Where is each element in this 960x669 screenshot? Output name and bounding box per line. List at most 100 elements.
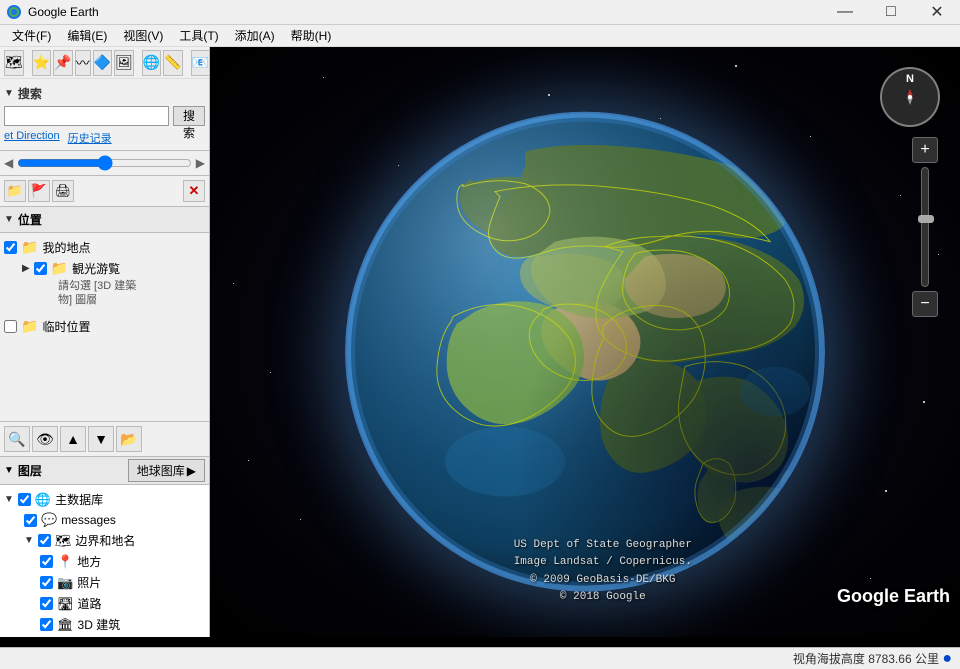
toolbar-map-btn[interactable]: 🗺	[4, 50, 24, 76]
left-panel: 🗺 ⭐ 📌 〰 🔷 🖼 🌐 📏 📧 🖨 📋 💾 ▼ 搜索 搜索	[0, 47, 210, 637]
view-btn[interactable]: 👁	[32, 426, 58, 452]
close-location-btn[interactable]: ✕	[183, 180, 205, 202]
gallery-button[interactable]: 地球图库 ▶	[128, 459, 205, 482]
photos-checkbox[interactable]	[40, 576, 53, 589]
myplaces-checkbox[interactable]	[4, 241, 17, 254]
zoom-in-button[interactable]: +	[912, 137, 938, 163]
zoom-slider-track[interactable]	[921, 167, 929, 287]
nav-slider-input[interactable]	[17, 155, 192, 171]
new-placemark-btn[interactable]: 🚩	[28, 180, 50, 202]
places-title: 位置	[18, 211, 42, 228]
places-section: ▼ 位置 📁 我的地点 ▶ 📁 観光游覧 請勾選 [3D 建築物]	[0, 207, 209, 421]
messages-checkbox[interactable]	[24, 514, 37, 527]
search-button[interactable]: 搜索	[173, 106, 205, 126]
layer-borders[interactable]: ▼ 🗺 边界和地名	[4, 530, 205, 551]
toolbar-poly-btn[interactable]: 🔷	[93, 50, 112, 76]
zoom-control: + −	[912, 137, 938, 317]
search-row: 搜索	[4, 106, 205, 126]
ge-watermark: Google Earth	[837, 586, 950, 607]
toolbar-path-btn[interactable]: 〰	[75, 50, 91, 76]
zoom-slider-thumb[interactable]	[918, 215, 934, 223]
layer-messages[interactable]: 💬 messages	[4, 510, 205, 530]
menu-tools[interactable]: 工具(T)	[171, 25, 226, 46]
maindb-expander[interactable]: ▼	[4, 494, 14, 505]
zoom-out-button[interactable]: −	[912, 291, 938, 317]
add-folder-btn[interactable]: 📁	[4, 180, 26, 202]
tourism-checkbox[interactable]	[34, 262, 47, 275]
places-expand-icon: ▼	[4, 214, 14, 225]
search-input[interactable]	[4, 106, 169, 126]
nav-arrow-left-icon[interactable]: ◀	[4, 156, 13, 170]
toolbar-globe-btn[interactable]: 🌐	[142, 50, 161, 76]
credit-line2: Image Landsat / Copernicus.	[514, 556, 692, 568]
layer-places[interactable]: 📍 地方	[4, 551, 205, 572]
places-header: ▼ 位置	[0, 207, 209, 233]
print-location-btn[interactable]: 🖨	[52, 180, 74, 202]
compass[interactable]: N	[880, 67, 940, 127]
tourism-expander[interactable]: ▶	[22, 263, 30, 274]
photos-icon: 📷	[57, 575, 73, 591]
altitude-value: 8783.66	[868, 652, 911, 666]
menu-view[interactable]: 视图(V)	[115, 25, 171, 46]
globe	[345, 112, 825, 592]
search-places-btn[interactable]: 🔍	[4, 426, 30, 452]
toolbar-pin-btn[interactable]: 📌	[53, 50, 72, 76]
search-link-direction[interactable]: et Direction	[4, 130, 60, 146]
search-link-history[interactable]: 历史记录	[68, 130, 112, 146]
main-area: 🗺 ⭐ 📌 〰 🔷 🖼 🌐 📏 📧 🖨 📋 💾 ▼ 搜索 搜索	[0, 47, 960, 637]
tree-item-tourism[interactable]: ▶ 📁 観光游覧	[4, 258, 205, 279]
search-header[interactable]: ▼ 搜索	[4, 83, 205, 106]
close-button[interactable]: ✕	[914, 0, 960, 25]
3d-icon: 🏛	[57, 617, 74, 633]
minimize-button[interactable]: —	[822, 0, 868, 25]
menu-edit[interactable]: 编辑(E)	[59, 25, 115, 46]
roads-checkbox[interactable]	[40, 597, 53, 610]
earth-view[interactable]: N + − US Dept of State Geographer Image …	[210, 47, 960, 637]
layer-3d[interactable]: 🏛 3D 建筑	[4, 614, 205, 635]
gallery-label: 地球图库	[137, 462, 185, 479]
bottom-toolbar: 🔍 👁 ▲ ▼ 📂	[0, 421, 209, 457]
places-checkbox[interactable]	[40, 555, 53, 568]
layer-photos[interactable]: 📷 照片	[4, 572, 205, 593]
layer-main-db[interactable]: ▼ 🌐 主数据库	[4, 489, 205, 510]
compass-north-label: N	[906, 73, 914, 85]
ge-watermark-text: Google Earth	[837, 586, 950, 606]
credit-line3: © 2009 GeoBasis-DE/BKG	[530, 574, 675, 586]
layers-left: ▼ 图层	[4, 462, 128, 479]
maindb-checkbox[interactable]	[18, 493, 31, 506]
folder-btn[interactable]: 📂	[116, 426, 142, 452]
tourism-label: 観光游覧	[72, 260, 120, 277]
down-btn[interactable]: ▼	[88, 426, 114, 452]
layer-roads[interactable]: 🛣 道路	[4, 593, 205, 614]
tree-item-myplaces[interactable]: 📁 我的地点	[4, 237, 205, 258]
toolbar-overlay-btn[interactable]: 🖼	[114, 50, 134, 76]
location-toolbar: 📁 🚩 🖨 ✕	[0, 176, 209, 207]
altitude-unit: 公里	[915, 650, 939, 667]
menu-add[interactable]: 添加(A)	[227, 25, 283, 46]
search-section: ▼ 搜索 搜索 et Direction 历史记录	[0, 79, 209, 151]
temp-label: 临时位置	[42, 318, 90, 335]
borders-checkbox[interactable]	[38, 534, 51, 547]
window-controls[interactable]: — □ ✕	[822, 0, 960, 25]
layers-tree: ▼ 🌐 主数据库 💬 messages ▼ 🗺 边界和地名	[0, 485, 209, 637]
3d-checkbox[interactable]	[40, 618, 53, 631]
roads-label: 道路	[78, 595, 102, 612]
layers-title: 图层	[18, 462, 42, 479]
temp-checkbox[interactable]	[4, 320, 17, 333]
up-btn[interactable]: ▲	[60, 426, 86, 452]
toolbar-ruler-btn[interactable]: 📏	[163, 50, 182, 76]
menu-help[interactable]: 帮助(H)	[283, 25, 340, 46]
borders-expander[interactable]: ▼	[24, 535, 34, 546]
altitude-label: 视角海拔高度	[793, 650, 865, 667]
toolbar-email-btn[interactable]: 📧	[191, 50, 210, 76]
maximize-button[interactable]: □	[868, 0, 914, 25]
places-icon: 📍	[57, 554, 73, 570]
toolbar-star-btn[interactable]: ⭐	[32, 50, 51, 76]
menu-file[interactable]: 文件(F)	[4, 25, 59, 46]
layers-section: ▼ 图层 地球图库 ▶ ▼ 🌐 主数据库	[0, 457, 209, 637]
tree-item-temp[interactable]: 📁 临时位置	[4, 316, 205, 337]
maindb-icon: 🌐	[35, 492, 51, 508]
search-links: et Direction 历史记录	[4, 130, 205, 146]
tourism-icon: 📁	[51, 260, 68, 277]
nav-arrow-right-icon[interactable]: ▶	[196, 156, 205, 170]
